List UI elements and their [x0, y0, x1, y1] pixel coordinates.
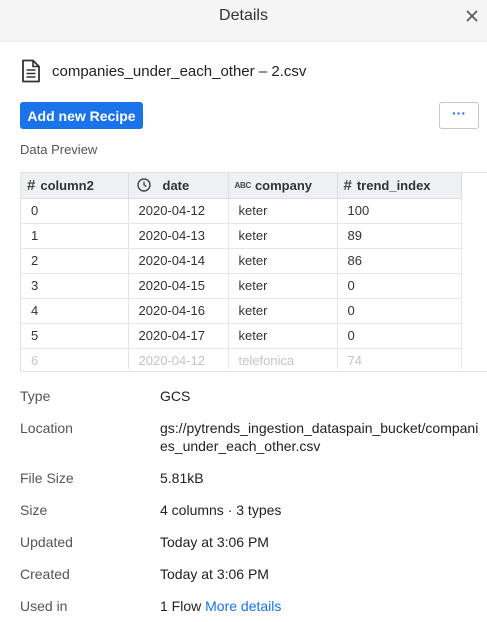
- panel-header: Details: [0, 0, 487, 42]
- meta-key: Type: [20, 388, 51, 404]
- table-cell: 2020-04-12: [128, 348, 229, 369]
- file-row: companies_under_each_other – 2.csv: [20, 58, 306, 84]
- table-row: 1 2020-04-13 keter 89: [21, 223, 462, 249]
- meta-row-location: Location gs://pytrends_ingestion_dataspa…: [20, 419, 487, 455]
- column-name: date: [162, 177, 190, 193]
- table-cell: 2: [21, 248, 129, 274]
- table-cell: 0: [337, 298, 462, 324]
- table-row: 2 2020-04-14 keter 86: [21, 248, 462, 274]
- meta-row-created: Created Today at 3:06 PM: [20, 565, 487, 583]
- more-dots-icon: ···: [452, 104, 466, 121]
- meta-value: GCS: [160, 388, 191, 404]
- add-new-recipe-button[interactable]: Add new Recipe: [20, 102, 143, 129]
- table-row: 5 2020-04-17 keter 0: [21, 323, 462, 349]
- table-cell: 89: [337, 223, 462, 249]
- column-name: trend_index: [356, 177, 431, 193]
- table-cell: telefonica: [228, 348, 338, 369]
- data-preview-table[interactable]: # column2 date ABC company # trend_index…: [20, 172, 487, 372]
- meta-key: Updated: [20, 534, 73, 550]
- table-cell: 5: [21, 323, 129, 349]
- meta-key: Size: [20, 502, 48, 518]
- meta-row-file-size: File Size 5.81kB: [20, 469, 487, 487]
- table-cell: 2020-04-15: [128, 273, 229, 299]
- table-cell: keter: [228, 248, 338, 274]
- table-cell: keter: [228, 198, 338, 224]
- table-cell: 2020-04-16: [128, 298, 229, 324]
- table-row: 4 2020-04-16 keter 0: [21, 298, 462, 324]
- meta-value: gs://pytrends_ingestion_dataspain_bucket…: [160, 420, 479, 454]
- meta-row-updated: Updated Today at 3:06 PM: [20, 533, 487, 551]
- more-details-link[interactable]: More details: [205, 598, 281, 614]
- used-in-count: 1 Flow: [160, 598, 202, 614]
- more-options-button[interactable]: ···: [439, 102, 479, 129]
- panel-title: Details: [219, 7, 268, 24]
- column-header-trend-index[interactable]: # trend_index: [337, 173, 462, 199]
- table-cell: keter: [228, 273, 338, 299]
- table-cell: 2020-04-14: [128, 248, 229, 274]
- column-header-column2[interactable]: # column2: [21, 173, 129, 199]
- table-cell: 2020-04-17: [128, 323, 229, 349]
- meta-value-used-in: 1 Flow More details: [160, 597, 482, 615]
- meta-key: File Size: [20, 470, 74, 486]
- table-cell: 0: [337, 323, 462, 349]
- table-cell: 0: [337, 273, 462, 299]
- column-name: company: [254, 177, 313, 193]
- hash-icon: #: [343, 176, 352, 194]
- table-cell: 0: [21, 198, 129, 224]
- hash-icon: #: [27, 176, 36, 194]
- table-cell: keter: [228, 298, 338, 324]
- table-cell: 1: [21, 223, 129, 249]
- table-cell: 100: [337, 198, 462, 224]
- clock-icon: [136, 178, 151, 192]
- close-icon[interactable]: [461, 6, 483, 26]
- table-cell: 2020-04-13: [128, 223, 229, 249]
- meta-value: Today at 3:06 PM: [160, 566, 269, 582]
- column-header-company[interactable]: ABC company: [228, 173, 338, 199]
- abc-icon: ABC: [234, 180, 252, 190]
- table-cell: 74: [337, 348, 462, 369]
- meta-value: 5.81kB: [160, 470, 204, 486]
- table-cell: 6: [21, 348, 129, 369]
- table-cell: keter: [228, 323, 338, 349]
- meta-key: Location: [20, 420, 73, 436]
- meta-row-used-in: Used in 1 Flow More details: [20, 597, 487, 615]
- meta-value: Today at 3:06 PM: [160, 534, 269, 550]
- file-name: companies_under_each_other – 2.csv: [52, 62, 307, 80]
- table-cell: 2020-04-12: [128, 198, 229, 224]
- table-cell: keter: [228, 223, 338, 249]
- table-row: 0 2020-04-12 keter 100: [21, 198, 462, 224]
- data-preview-label: Data Preview: [20, 142, 98, 157]
- table-cell: 3: [21, 273, 129, 299]
- meta-key: Created: [20, 566, 70, 582]
- meta-row-type: Type GCS: [20, 387, 487, 405]
- meta-key: Used in: [20, 598, 68, 614]
- column-name: column2: [40, 177, 94, 193]
- table-cell: 86: [337, 248, 462, 274]
- table-row: 3 2020-04-15 keter 0: [21, 273, 462, 299]
- table-cell: 4: [21, 298, 129, 324]
- meta-value: 4 columns · 3 types: [160, 502, 282, 518]
- table-row: 6 2020-04-12 telefonica 74: [21, 348, 462, 369]
- meta-row-size: Size 4 columns · 3 types: [20, 501, 487, 519]
- file-icon: [22, 59, 40, 83]
- column-header-date[interactable]: date: [128, 173, 229, 199]
- file-metadata: Type GCS Location gs://pytrends_ingestio…: [20, 382, 487, 615]
